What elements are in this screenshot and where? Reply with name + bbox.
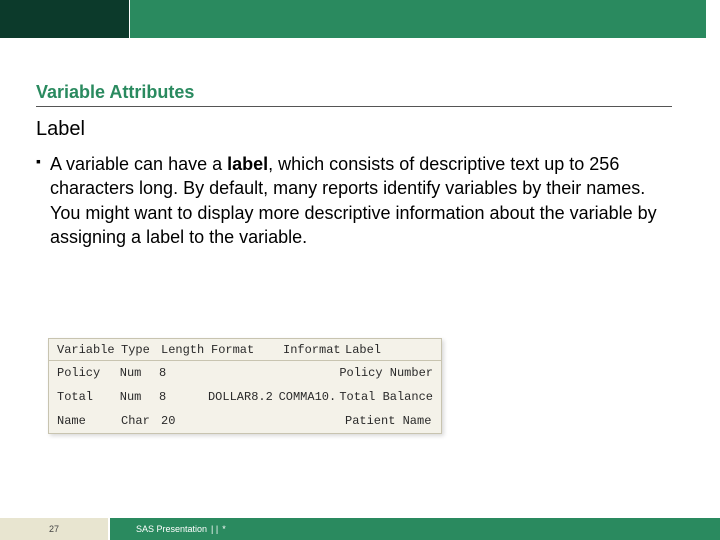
bullet-text-pre: A variable can have a	[50, 154, 227, 174]
cell-type: Num	[120, 366, 159, 380]
slide-heading: Variable Attributes	[36, 82, 194, 103]
bullet-text-emph: label	[227, 154, 268, 174]
cell-format: DOLLAR8.2	[208, 390, 279, 404]
top-bar-fill	[130, 0, 706, 38]
col-header-length: Length	[161, 343, 211, 357]
table-row: Name Char 20 Patient Name	[49, 409, 441, 433]
top-bar-logo-area	[0, 0, 130, 38]
bullet-item: A variable can have a label, which consi…	[36, 152, 676, 249]
col-header-variable: Variable	[57, 343, 121, 357]
col-header-format: Format	[211, 343, 283, 357]
cell-type: Char	[121, 414, 161, 428]
cell-format	[208, 366, 279, 380]
slide-subheading: Label	[36, 118, 85, 141]
footer-star: *	[222, 524, 226, 534]
col-header-label: Label	[345, 343, 433, 357]
footer: SAS Presentation | | *	[110, 518, 720, 540]
cell-length: 8	[159, 366, 208, 380]
table-row: Policy Num 8 Policy Number	[49, 361, 441, 385]
cell-variable: Name	[57, 414, 121, 428]
cell-label: Policy Number	[339, 366, 433, 380]
bullet-list: A variable can have a label, which consi…	[36, 152, 676, 249]
cell-label: Patient Name	[345, 414, 433, 428]
cell-length: 8	[159, 390, 208, 404]
cell-informat: COMMA10.	[279, 390, 340, 404]
cell-informat	[279, 366, 340, 380]
page-number: 27	[0, 518, 110, 540]
footer-text: SAS Presentation	[136, 524, 207, 534]
cell-length: 20	[161, 414, 211, 428]
top-bar	[0, 0, 706, 38]
cell-label: Total Balance	[339, 390, 433, 404]
table-row: Total Num 8 DOLLAR8.2 COMMA10. Total Bal…	[49, 385, 441, 409]
heading-rule	[36, 106, 672, 107]
col-header-type: Type	[121, 343, 161, 357]
cell-type: Num	[120, 390, 159, 404]
variable-attr-table: Variable Type Length Format Informat Lab…	[48, 338, 442, 434]
footer-sep: | |	[211, 524, 218, 534]
cell-informat	[283, 414, 345, 428]
table-header-row: Variable Type Length Format Informat Lab…	[49, 339, 441, 361]
cell-variable: Policy	[57, 366, 120, 380]
bottom-bar: 27 SAS Presentation | | *	[0, 518, 720, 540]
col-header-informat: Informat	[283, 343, 345, 357]
cell-variable: Total	[57, 390, 120, 404]
cell-format	[211, 414, 283, 428]
